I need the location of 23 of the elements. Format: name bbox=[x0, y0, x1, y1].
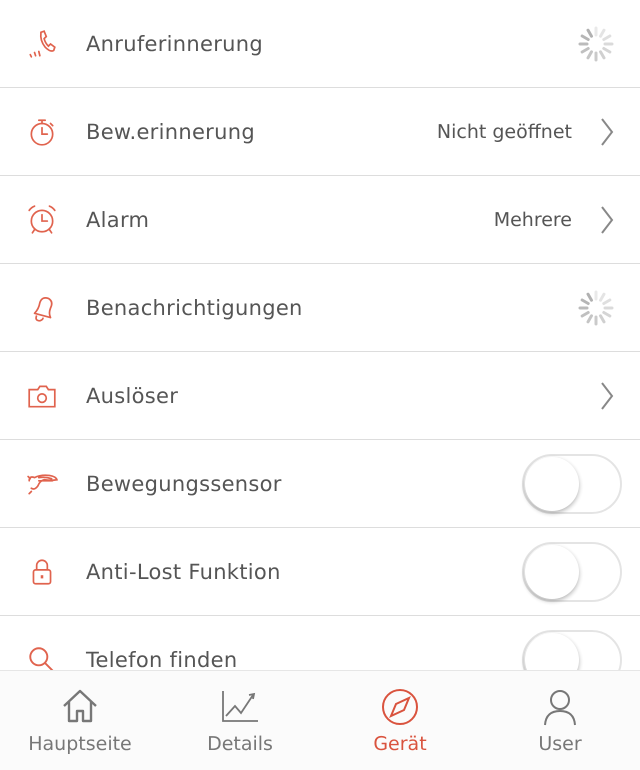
chevron-right-icon[interactable] bbox=[600, 116, 614, 146]
tab-item[interactable]: User bbox=[480, 671, 640, 770]
setting-label: Bew.erinnerung bbox=[86, 120, 256, 144]
chevron-right-icon[interactable] bbox=[600, 204, 614, 234]
compass-icon bbox=[380, 686, 420, 726]
tab-item[interactable]: Hauptseite bbox=[0, 671, 160, 770]
setting-label: Bewegungssensor bbox=[86, 472, 283, 496]
chevron-right-icon[interactable] bbox=[600, 380, 614, 410]
loading-spinner-icon bbox=[576, 288, 616, 328]
setting-label: Auslöser bbox=[86, 384, 180, 408]
setting-label: Benachrichtigungen bbox=[86, 296, 304, 320]
toggle-switch[interactable] bbox=[522, 542, 622, 602]
alarm-clock-icon bbox=[26, 204, 58, 236]
setting-label: Alarm bbox=[86, 208, 150, 232]
setting-label: Anruferinnerung bbox=[86, 32, 264, 56]
setting-value: Nicht geöffnet bbox=[436, 120, 572, 142]
loading-spinner-icon bbox=[576, 24, 616, 64]
tab-item[interactable]: Gerät bbox=[320, 671, 480, 770]
toggle-switch[interactable] bbox=[522, 454, 622, 514]
setting-label: Telefon finden bbox=[86, 648, 238, 670]
setting-label: Anti-Lost Funktion bbox=[86, 560, 282, 584]
tab-item[interactable]: Details bbox=[160, 671, 320, 770]
setting-value: Mehrere bbox=[494, 208, 572, 230]
